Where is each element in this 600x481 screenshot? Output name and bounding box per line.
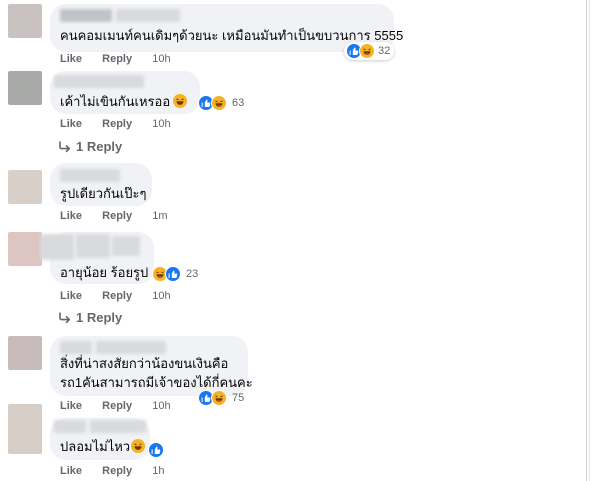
comment-bubble: คนคอมเมนท์คนเดิมๆด้วยนะ เหมือนมันทำเป็นข… xyxy=(50,4,403,52)
comment-bubble: เค้าไม่เขินกันเหรออ xyxy=(50,71,200,114)
reaction-count: 32 xyxy=(378,45,391,57)
timestamp[interactable]: 1h xyxy=(152,465,164,477)
avatar[interactable] xyxy=(8,404,42,454)
blurred-author-name xyxy=(40,234,74,260)
comment-actions: Like Reply 1h xyxy=(60,464,164,478)
reply-arrow-icon xyxy=(59,312,71,324)
haha-icon xyxy=(211,95,227,111)
reaction-summary[interactable]: 75 xyxy=(198,389,244,407)
reply-button[interactable]: Reply xyxy=(102,210,132,222)
blurred-author-name xyxy=(54,75,144,88)
view-replies-link[interactable]: 1 Reply xyxy=(58,138,122,156)
blurred-author-name xyxy=(54,420,86,433)
comment-text: เค้าไม่เขินกันเหรออ xyxy=(60,92,188,111)
timestamp[interactable]: 10h xyxy=(152,118,170,130)
blurred-author-name xyxy=(60,9,112,22)
comment-bubble: รูปเดียวกันเป๊ะๆ xyxy=(50,163,152,206)
page-border xyxy=(586,0,587,481)
avatar[interactable] xyxy=(8,4,42,38)
view-replies-link[interactable]: 1 Reply xyxy=(58,309,122,327)
reply-button[interactable]: Reply xyxy=(102,465,132,477)
blurred-author-name xyxy=(60,169,120,182)
timestamp[interactable]: 1m xyxy=(152,210,167,222)
comment-text: รูปเดียวกันเป๊ะๆ xyxy=(60,186,147,201)
timestamp[interactable]: 10h xyxy=(152,290,170,302)
blurred-author-name xyxy=(60,341,92,354)
like-button[interactable]: Like xyxy=(60,210,82,222)
page-border-inner xyxy=(589,0,590,481)
reply-button[interactable]: Reply xyxy=(102,400,132,412)
avatar[interactable] xyxy=(8,170,42,204)
like-icon xyxy=(148,442,164,458)
haha-icon xyxy=(211,390,227,406)
comment-actions: Like Reply 10h xyxy=(60,117,171,131)
blurred-author-name xyxy=(96,341,166,354)
blurred-author-name xyxy=(112,236,140,256)
like-button[interactable]: Like xyxy=(60,290,82,302)
reply-button[interactable]: Reply xyxy=(102,118,132,130)
reaction-count: 75 xyxy=(232,392,245,404)
reaction-count: 23 xyxy=(186,268,199,280)
reply-button[interactable]: Reply xyxy=(102,290,132,302)
view-replies-label: 1 Reply xyxy=(76,310,123,325)
comment-text-line-1: สิ่งที่น่าสงสัยกว่าน้องขนเงินคือ xyxy=(60,356,229,371)
comment-bubble: สิ่งที่น่าสงสัยกว่าน้องขนเงินคือ รถ1คันส… xyxy=(50,336,253,396)
timestamp[interactable]: 10h xyxy=(152,53,170,65)
comment-bubble: อายุน้อย ร้อยรูป xyxy=(40,232,154,284)
comment-actions: Like Reply 10h xyxy=(60,289,171,303)
like-button[interactable]: Like xyxy=(60,465,82,477)
reaction-summary[interactable]: 32 xyxy=(344,42,395,60)
reply-button[interactable]: Reply xyxy=(102,53,132,65)
reaction-summary[interactable]: 23 xyxy=(152,265,198,283)
reply-arrow-icon xyxy=(59,141,71,153)
comment-actions: Like Reply 1m xyxy=(60,209,168,223)
blurred-author-name xyxy=(90,420,146,433)
view-replies-label: 1 Reply xyxy=(76,139,123,154)
comment-bubble: ปลอมไม่ไหว xyxy=(50,418,150,460)
like-icon xyxy=(165,266,181,282)
blurred-author-name xyxy=(116,9,180,22)
comment-actions: Like Reply 10h xyxy=(60,399,171,413)
like-button[interactable]: Like xyxy=(60,118,82,130)
avatar[interactable] xyxy=(8,232,42,266)
reaction-summary[interactable]: 63 xyxy=(198,94,244,112)
comment-text-content: ปลอมไม่ไหว xyxy=(60,439,131,454)
timestamp[interactable]: 10h xyxy=(152,400,170,412)
like-button[interactable]: Like xyxy=(60,400,82,412)
avatar[interactable] xyxy=(8,336,42,370)
like-button[interactable]: Like xyxy=(60,53,82,65)
laughing-emoji-icon xyxy=(173,94,188,108)
laughing-emoji-icon xyxy=(131,439,146,453)
reaction-count: 63 xyxy=(232,97,245,109)
blurred-author-name xyxy=(76,234,110,258)
avatar[interactable] xyxy=(8,71,42,105)
comment-text: อายุน้อย ร้อยรูป xyxy=(60,265,149,280)
comment-text-content: เค้าไม่เขินกันเหรออ xyxy=(60,94,171,109)
reaction-summary[interactable] xyxy=(148,441,164,459)
comment-text: ปลอมไม่ไหว xyxy=(60,437,146,456)
haha-icon xyxy=(359,43,375,59)
comment-actions: Like Reply 10h xyxy=(60,52,171,66)
